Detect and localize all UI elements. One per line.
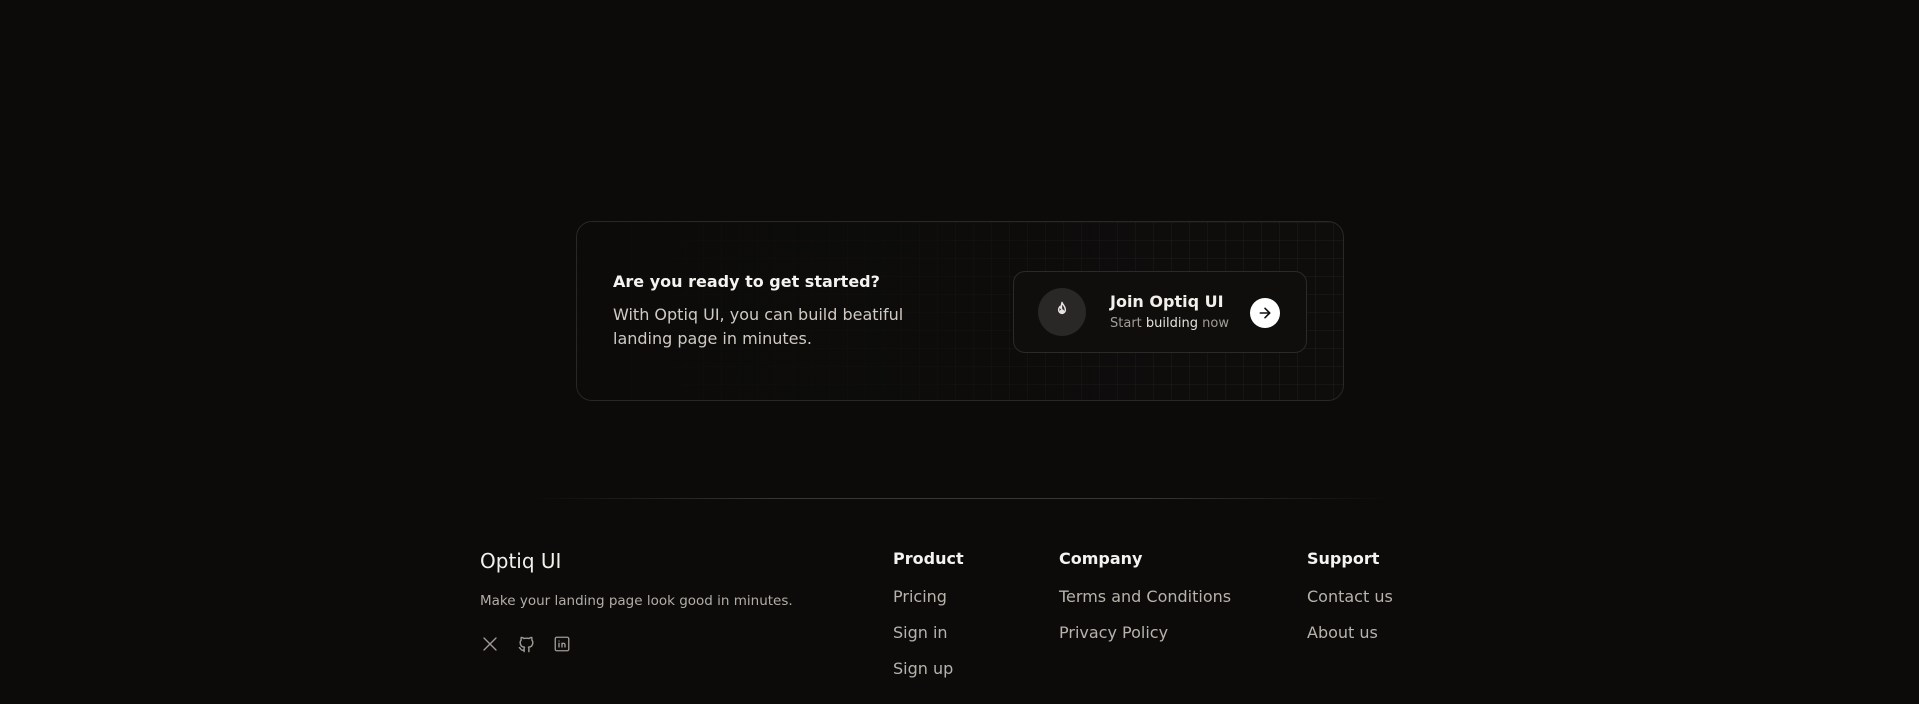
footer-column-title: Support (1307, 549, 1380, 568)
cta-heading: Are you ready to get started? (613, 272, 880, 291)
footer-link-pricing[interactable]: Pricing (893, 586, 964, 607)
join-title: Join Optiq UI (1110, 292, 1224, 311)
join-subtitle-end: now (1202, 316, 1229, 331)
footer-tagline: Make your landing page look good in minu… (480, 593, 793, 609)
github-icon[interactable] (516, 634, 536, 654)
footer-link-sign-in[interactable]: Sign in (893, 622, 964, 643)
social-links (480, 634, 572, 654)
x-icon[interactable] (480, 634, 500, 654)
footer-link-sign-up[interactable]: Sign up (893, 658, 964, 679)
join-optiq-button[interactable]: Join Optiq UI Start building now (1013, 271, 1307, 353)
footer-link-about[interactable]: About us (1307, 622, 1393, 643)
footer-link-terms[interactable]: Terms and Conditions (1059, 586, 1231, 607)
footer-link-privacy[interactable]: Privacy Policy (1059, 622, 1231, 643)
join-subtitle-highlight: building (1145, 316, 1198, 331)
footer-link-contact[interactable]: Contact us (1307, 586, 1393, 607)
cta-card: Are you ready to get started? With Optiq… (576, 221, 1344, 401)
cta-text: Are you ready to get started? With Optiq… (613, 272, 933, 351)
join-subtitle: Start building now (1110, 316, 1229, 331)
footer-divider (530, 498, 1390, 499)
page: OPTIQUI Are you ready to get started? Wi… (0, 0, 1919, 704)
footer-column-company: Company Terms and Conditions Privacy Pol… (1059, 549, 1231, 658)
join-subtitle-start: Start (1110, 316, 1142, 331)
linkedin-icon[interactable] (552, 634, 572, 654)
hero-logo: OPTIQUI (0, 14, 1919, 140)
cta-description: With Optiq UI, you can build beatiful la… (613, 305, 904, 348)
footer-column-support: Support Contact us About us (1307, 549, 1393, 658)
footer-column-title: Company (1059, 549, 1143, 568)
footer-brand: Optiq UI (480, 549, 562, 573)
footer-column-product: Product Pricing Sign in Sign up (893, 549, 964, 694)
join-icon-badge (1038, 288, 1086, 336)
hero-logo-text: OPTIQUI (686, 3, 1233, 150)
footer-column-title: Product (893, 549, 964, 568)
flame-icon (1052, 300, 1072, 324)
arrow-right-icon[interactable] (1250, 298, 1280, 328)
